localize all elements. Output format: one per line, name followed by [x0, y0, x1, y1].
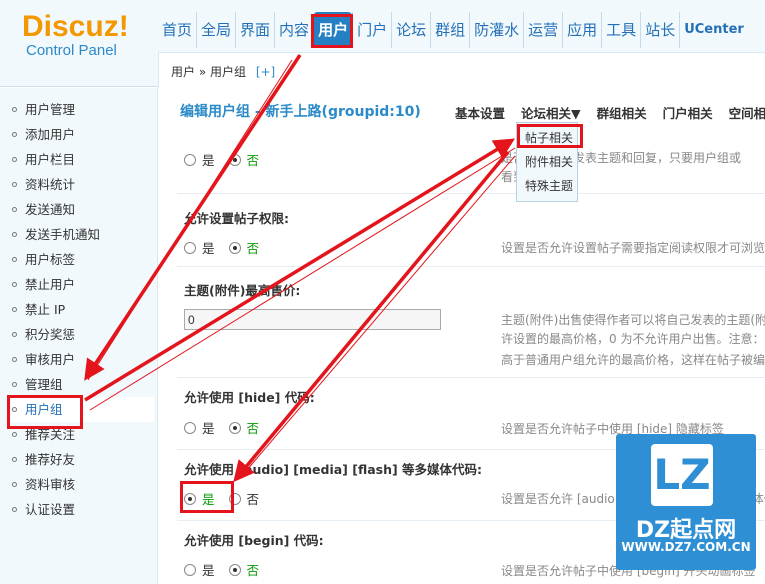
nav-operation[interactable]: 运营 [523, 12, 562, 48]
begin-code-radio-group: 是 否 [184, 560, 273, 579]
sidebar-item-send-notice[interactable]: 发送通知 [12, 197, 75, 222]
tab-forum[interactable]: 论坛相关▼ [521, 103, 581, 122]
menu-item-special-threads[interactable]: 特殊主题 [517, 174, 577, 198]
bullet-icon [12, 357, 17, 362]
setting-description: 设置是否允许设置帖子需要指定阅读权限才可浏览 [501, 241, 765, 255]
menu-item-attachments[interactable]: 附件相关 [517, 150, 577, 174]
highlight-nav-users [311, 14, 353, 48]
sidebar: 用户管理 添加用户 用户栏目 资料统计 发送通知 发送手机通知 用户标签 禁止用… [0, 88, 158, 584]
max-price-input[interactable] [184, 309, 441, 330]
watermark-mark: LZ [653, 450, 711, 499]
bullet-icon [12, 382, 17, 387]
breadcrumb: 用户 » 用户组 [+] [158, 52, 765, 88]
highlight-sidebar-user-groups [7, 395, 83, 429]
sidebar-item-recommend-friends[interactable]: 推荐好友 [12, 447, 75, 472]
sidebar-item-profile-review[interactable]: 资料审核 [12, 472, 75, 497]
radio-no[interactable] [228, 153, 241, 166]
bullet-icon [12, 307, 17, 312]
breadcrumb-text: 用户 » 用户组 [171, 65, 246, 79]
nav-ucenter[interactable]: UCenter [679, 12, 748, 48]
bullet-icon [12, 282, 17, 287]
control-panel: Discuz! Control Panel 首页 全局 界面 内容 用户 门户 … [0, 0, 765, 584]
bullet-icon [12, 457, 17, 462]
tab-group[interactable]: 群组相关 [597, 103, 647, 122]
bullet-icon [12, 132, 17, 137]
highlight-menu-posts [517, 124, 583, 148]
sidebar-item-send-sms[interactable]: 发送手机通知 [12, 222, 100, 247]
bullet-icon [12, 232, 17, 237]
nav-antispam[interactable]: 防灌水 [469, 12, 523, 48]
watermark-url: WWW.DZ7.COM.CN [621, 540, 751, 554]
nav-global[interactable]: 全局 [196, 12, 235, 48]
nav-content[interactable]: 内容 [274, 12, 313, 48]
tab-portal[interactable]: 门户相关 [663, 103, 713, 122]
hide-code-radio-group: 是 否 [184, 418, 273, 437]
nav-admin[interactable]: 站长 [640, 12, 679, 48]
bullet-icon [12, 257, 17, 262]
bullet-icon [12, 182, 17, 187]
bullet-icon [12, 207, 17, 212]
post-permission-radio-group: 是 否 [184, 238, 273, 257]
radio-no[interactable] [228, 563, 241, 576]
sidebar-item-ban-ip[interactable]: 禁止 IP [12, 297, 65, 322]
page-title: 编辑用户组 - 新手上路(groupid:10) [180, 104, 421, 120]
radio-no[interactable] [228, 421, 241, 434]
setting-description: 许设置的最高价格，0 为不允许用户出售。注意： [501, 332, 765, 346]
sidebar-item-user-columns[interactable]: 用户栏目 [12, 147, 75, 172]
tab-basic[interactable]: 基本设置 [455, 103, 505, 122]
radio-yes[interactable] [184, 563, 196, 576]
nav-interface[interactable]: 界面 [235, 12, 274, 48]
divider [177, 266, 765, 267]
setting-label: 允许设置帖子权限: [184, 211, 289, 226]
setting-description: 主题(附件)出售使得作者可以将自己发表的主题(附 [501, 313, 765, 327]
logo-title: Discuz! [22, 10, 129, 43]
bullet-icon [12, 432, 17, 437]
sidebar-item-profile-stats[interactable]: 资料统计 [12, 172, 75, 197]
setting-description: 高于普通用户组允许的最高价格，这样在帖子被编 [501, 353, 765, 367]
radio-no[interactable] [228, 241, 241, 254]
highlight-radio-yes [180, 481, 234, 513]
sidebar-item-add-user[interactable]: 添加用户 [12, 122, 75, 147]
tab-space[interactable]: 空间相 [729, 103, 765, 122]
setting-label: 允许使用 [audio] [media] [flash] 等多媒体代码: [184, 462, 483, 477]
bullet-icon [12, 332, 17, 337]
setting-label: 允许使用 [begin] 代码: [184, 533, 324, 548]
divider [177, 193, 765, 194]
nav-group[interactable]: 群组 [430, 12, 469, 48]
sidebar-item-admin-groups[interactable]: 管理组 [12, 372, 63, 397]
settings-tabs: 基本设置 论坛相关▼ 群组相关 门户相关 空间相 [455, 103, 765, 122]
setting-label: 主题(附件)最高售价: [184, 283, 301, 298]
sidebar-item-user-tags[interactable]: 用户标签 [12, 247, 75, 272]
bullet-icon [12, 157, 17, 162]
add-shortcut-link[interactable]: [+] [256, 65, 275, 79]
bullet-icon [12, 482, 17, 487]
watermark-logo: LZ DZ起点网 WWW.DZ7.COM.CN [616, 434, 756, 570]
nav-portal[interactable]: 门户 [352, 12, 391, 48]
radio-yes[interactable] [184, 153, 196, 166]
nav-apps[interactable]: 应用 [562, 12, 601, 48]
logo: Discuz! Control Panel [22, 10, 129, 59]
bullet-icon [12, 507, 17, 512]
divider [177, 377, 765, 378]
anonymous-post-radio-group: 是 否 [184, 150, 273, 169]
sidebar-item-user-manage[interactable]: 用户管理 [12, 97, 75, 122]
nav-forum[interactable]: 论坛 [391, 12, 430, 48]
top-navigation: 首页 全局 界面 内容 用户 门户 论坛 群组 防灌水 运营 应用 工具 站长 … [158, 8, 748, 48]
radio-yes[interactable] [184, 241, 196, 254]
sidebar-item-ban-user[interactable]: 禁止用户 [12, 272, 75, 297]
bullet-icon [12, 107, 17, 112]
sidebar-item-credits[interactable]: 积分奖惩 [12, 322, 75, 347]
nav-tools[interactable]: 工具 [601, 12, 640, 48]
setting-label: 允许使用 [hide] 代码: [184, 390, 315, 405]
logo-subtitle: Control Panel [26, 42, 117, 59]
sidebar-item-moderate-users[interactable]: 审核用户 [12, 347, 75, 372]
sidebar-item-verification[interactable]: 认证设置 [12, 497, 75, 522]
nav-home[interactable]: 首页 [158, 12, 196, 48]
radio-yes[interactable] [184, 421, 196, 434]
